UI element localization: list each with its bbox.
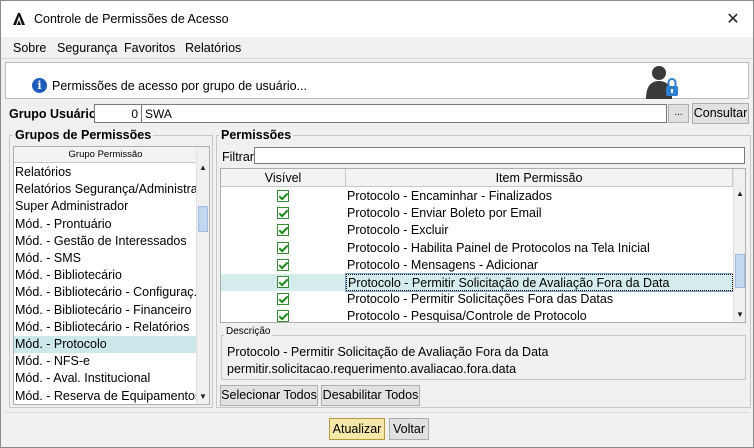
scroll-down-icon[interactable]: ▼ [197,392,209,401]
visible-checkbox[interactable] [277,310,289,322]
window-title: Controle de Permissões de Acesso [34,12,229,26]
filter-input[interactable] [254,147,745,164]
group-list-item[interactable]: Mód. - Bibliotecário - Financeiro [14,302,197,319]
permission-row[interactable]: Protocolo - Habilita Painel de Protocolo… [221,240,733,257]
menu-seguranca[interactable]: Segurança [57,41,117,55]
description-title: Descrição [224,326,273,337]
group-user-row: Grupo Usuário: 0 SWA ... Consultar [1,103,753,125]
visible-checkbox[interactable] [277,224,289,237]
group-list-item[interactable]: Mód. - SMS [14,250,197,267]
update-button[interactable]: Atualizar [329,418,385,440]
group-list-item[interactable]: Mód. - Bibliotecário - Relatórios [14,319,197,336]
permission-item-label: Protocolo - Permitir Solicitações Fora d… [347,292,614,307]
group-list-item[interactable]: Mód. - NFS-e [14,353,197,370]
group-list-item[interactable]: Relatórios Segurança/Administra... [14,181,197,198]
group-name-field[interactable]: SWA [141,104,667,123]
permissions-scrollbar[interactable]: ▲ ▼ [733,169,745,322]
info-text: Permissões de acesso por grupo de usuári… [52,79,307,93]
permission-item-label: Protocolo - Enviar Boleto por Email [347,206,542,221]
permission-row[interactable]: Protocolo - Permitir Solicitações Fora d… [221,291,733,308]
permissions-grid: Visível Item Permissão Protocolo - Encam… [220,168,746,323]
permission-row[interactable]: Protocolo - Permitir Solicitação de Aval… [221,273,734,292]
groups-list-header: Grupo Permissão [14,147,197,163]
group-list-item[interactable]: Mód. - Bibliotecário - Configuraç... [14,284,197,301]
permission-row[interactable]: Protocolo - Excluir [221,222,733,239]
visible-checkbox[interactable] [277,241,289,254]
permission-row[interactable]: Protocolo - Pesquisa/Controle de Protoco… [221,308,733,323]
column-item[interactable]: Item Permissão [346,169,733,187]
permissions-scroll-thumb[interactable] [735,254,745,288]
description-box: Protocolo - Permitir Solicitação de Aval… [221,335,746,380]
consult-button[interactable]: Consultar [692,103,749,124]
permissions-panel-title: Permissões [219,128,294,142]
menu-bar: Sobre Segurança Favoritos Relatórios [1,37,753,59]
select-all-button[interactable]: Selecionar Todos [220,385,318,406]
group-list-item[interactable]: Relatórios [14,164,197,181]
info-bar: i Permissões de acesso por grupo de usuá… [5,62,749,99]
description-line-2: permitir.solicitacao.requerimento.avalia… [227,362,517,376]
menu-relatorios[interactable]: Relatórios [185,41,241,55]
group-list-item[interactable]: Mód. - Gestão de Interessados [14,233,197,250]
group-list-item[interactable]: Mód. - Reserva de Equipamentos [14,388,197,404]
visible-checkbox[interactable] [277,190,289,202]
menu-favoritos[interactable]: Favoritos [124,41,175,55]
group-list-item[interactable]: Mód. - Prontuário [14,216,197,233]
group-list-item[interactable]: Super Administrador [14,198,197,215]
permission-item-label: Protocolo - Pesquisa/Controle de Protoco… [347,309,587,323]
groups-scrollbar[interactable]: ▲ ▼ [196,147,209,404]
back-button-label: Voltar [393,422,425,436]
group-list-item[interactable]: Mód. - Bibliotecário [14,267,197,284]
groups-scroll-thumb[interactable] [198,206,208,232]
permission-item-label: Protocolo - Habilita Painel de Protocolo… [347,240,650,255]
visible-checkbox[interactable] [277,258,289,271]
column-visible[interactable]: Visível [221,169,346,187]
permission-item-label: Protocolo - Encaminhar - Finalizados [347,189,552,203]
group-list-item[interactable]: Mód. - Aval. Institucional [14,370,197,387]
permission-row[interactable]: Protocolo - Encaminhar - Finalizados [221,188,733,205]
group-list-item[interactable]: Mód. - Protocolo [14,336,197,353]
scroll-down-icon[interactable]: ▼ [734,310,745,319]
visible-checkbox[interactable] [277,293,289,306]
group-user-label: Grupo Usuário: [9,107,101,121]
browse-group-button[interactable]: ... [668,104,689,123]
visible-checkbox[interactable] [277,207,289,220]
disable-all-button[interactable]: Desabilitar Todos [321,385,420,406]
permission-item-label: Protocolo - Permitir Solicitação de Aval… [345,273,734,292]
description-line-1: Protocolo - Permitir Solicitação de Aval… [227,345,549,359]
groups-list: Grupo Permissão Relatórios Relatórios Seg… [13,146,210,405]
visible-checkbox[interactable] [277,276,289,288]
update-button-label: Atualizar [332,422,382,436]
scroll-up-icon[interactable]: ▲ [734,189,745,198]
app-logo-icon [13,13,25,25]
filter-label: Filtrar: [222,150,258,164]
permission-item-label: Protocolo - Mensagens - Adicionar [347,257,539,272]
permissions-window: Controle de Permissões de Acesso ✕ Sobre… [0,0,754,448]
groups-panel-title: Grupos de Permissões [13,128,154,142]
title-bar: Controle de Permissões de Acesso ✕ [1,1,753,37]
scroll-up-icon[interactable]: ▲ [197,163,209,172]
permission-item-label: Protocolo - Excluir [347,223,449,238]
close-icon[interactable]: ✕ [721,7,745,31]
permission-row[interactable]: Protocolo - Enviar Boleto por Email [221,205,733,222]
permission-row[interactable]: Protocolo - Mensagens - Adicionar [221,257,733,274]
group-id-field[interactable]: 0 [94,104,142,123]
back-button[interactable]: Voltar [389,418,429,440]
user-lock-icon [646,66,678,99]
info-icon: i [32,78,47,93]
menu-sobre[interactable]: Sobre [13,41,46,55]
